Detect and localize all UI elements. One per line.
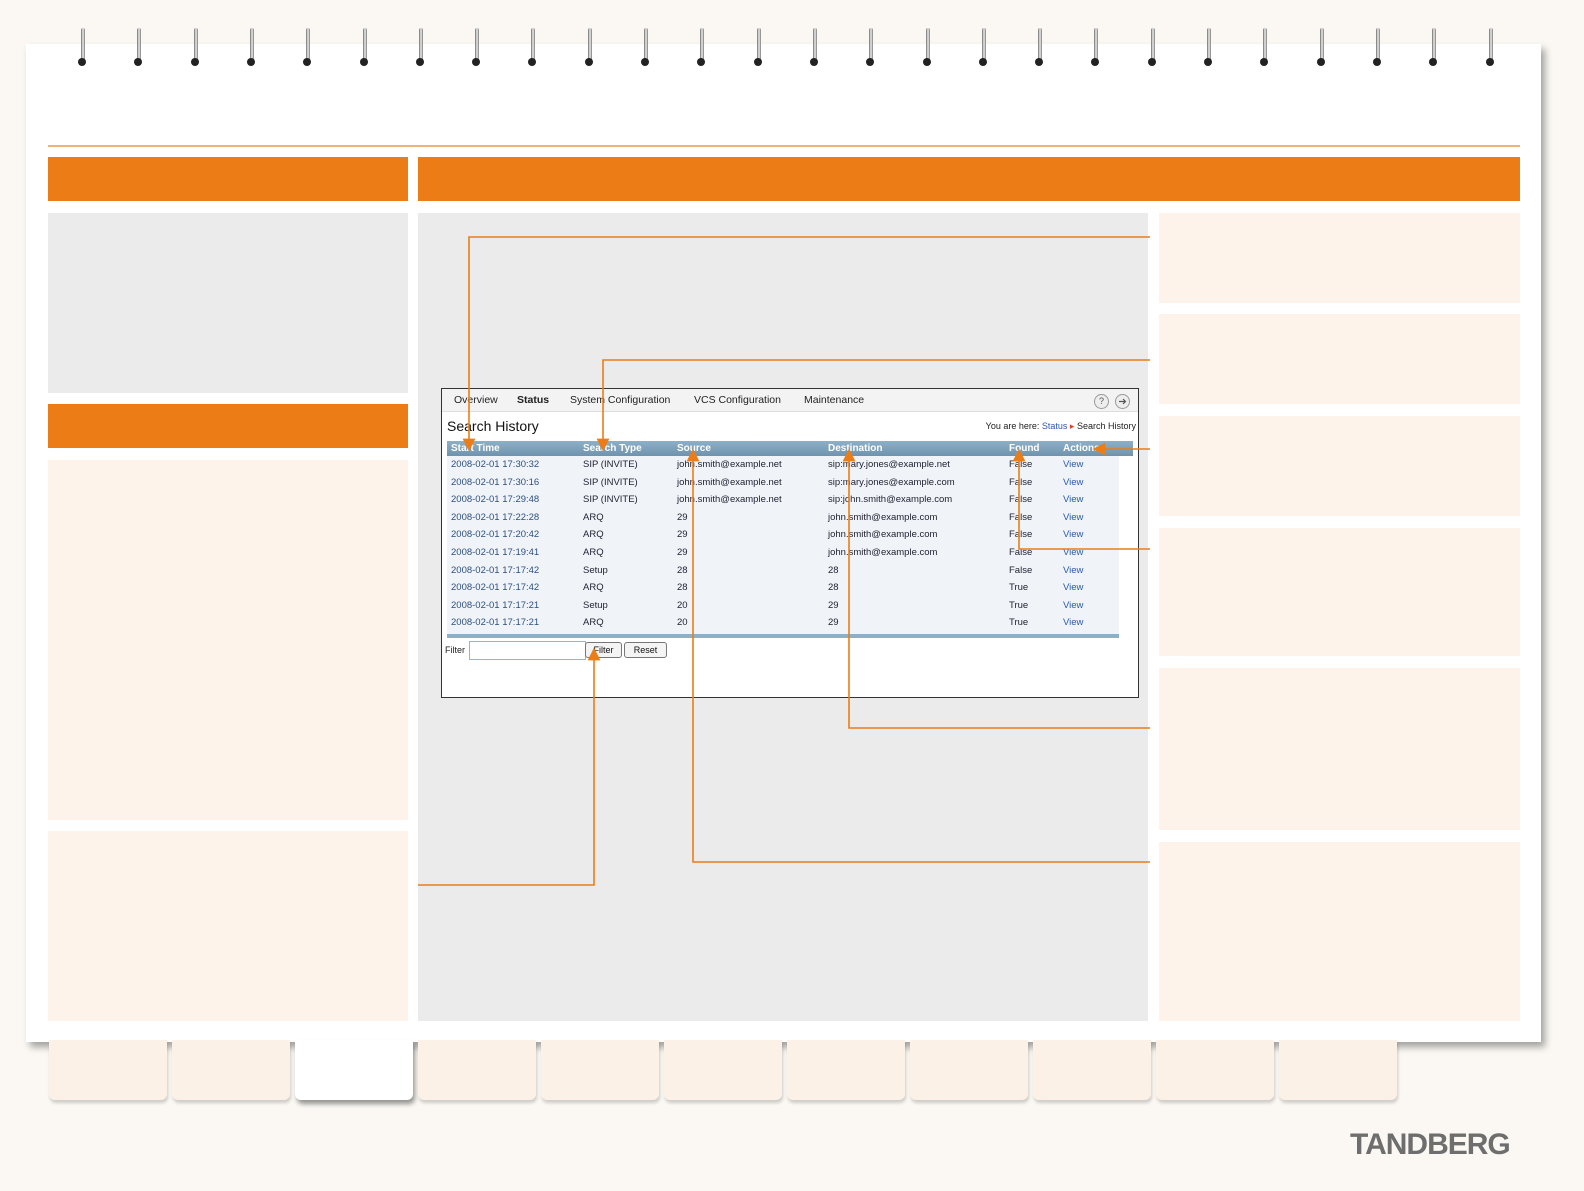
chapter-tab[interactable] <box>49 1040 167 1100</box>
callout-line-start-time <box>462 236 1150 452</box>
chapter-tab[interactable] <box>1279 1040 1397 1100</box>
chapter-tab[interactable] <box>787 1040 905 1100</box>
chapter-tab[interactable] <box>1033 1040 1151 1100</box>
chapter-tab[interactable] <box>172 1040 290 1100</box>
chapter-tab[interactable] <box>541 1040 659 1100</box>
chapter-tab[interactable] <box>664 1040 782 1100</box>
callout-line-source <box>686 448 1150 863</box>
callout-line-destination <box>842 448 1150 729</box>
callout-lines <box>418 236 1150 886</box>
callout-line-search-type <box>596 359 1150 452</box>
callout-line-found <box>1012 448 1150 550</box>
chapter-tab[interactable] <box>418 1040 536 1100</box>
chapter-tab-active[interactable] <box>295 1040 413 1100</box>
callout-line-filter <box>418 647 601 886</box>
tandberg-logo: TANDBERG <box>1350 1128 1511 1161</box>
chapter-tab[interactable] <box>1156 1040 1274 1100</box>
chapter-tab[interactable] <box>910 1040 1028 1100</box>
